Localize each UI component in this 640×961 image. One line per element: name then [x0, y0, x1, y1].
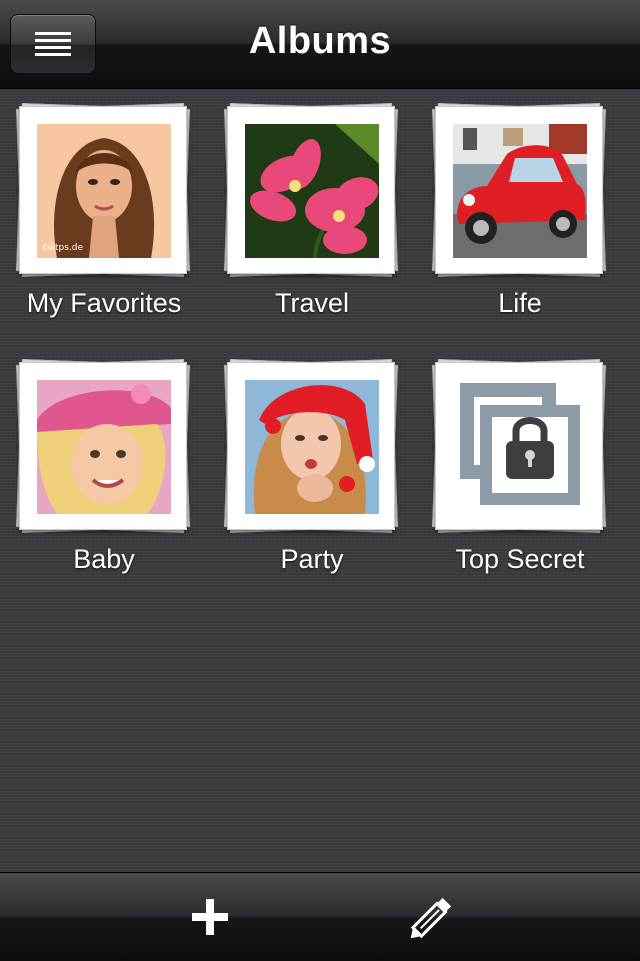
album-photo: Glitps.de	[37, 124, 171, 258]
lock-icon	[448, 375, 590, 517]
bottom-toolbar	[0, 872, 640, 961]
navigation-bar: Albums	[0, 0, 640, 89]
album-label: Party	[280, 544, 344, 574]
album-label: Baby	[73, 544, 135, 574]
album-life[interactable]: Life	[416, 88, 624, 328]
pencil-icon	[410, 897, 452, 939]
album-cover	[224, 103, 398, 277]
album-label: Travel	[274, 288, 349, 318]
album-photo	[245, 380, 379, 514]
album-cover	[16, 359, 190, 533]
page-title: Albums	[248, 20, 392, 62]
album-label: My Favorites	[26, 288, 182, 318]
album-photo	[245, 124, 379, 258]
album-cover	[432, 359, 606, 533]
watermark-text: Glitps.de	[43, 243, 83, 253]
album-party[interactable]: Party	[208, 344, 416, 584]
album-cover: Glitps.de	[16, 103, 190, 277]
edit-albums-button[interactable]	[402, 887, 462, 947]
album-label: Top Secret	[455, 544, 585, 574]
album-photo	[453, 124, 587, 258]
album-cover	[432, 103, 606, 277]
album-photo	[37, 380, 171, 514]
add-album-button[interactable]	[180, 887, 240, 947]
plus-icon	[192, 899, 228, 935]
album-travel[interactable]: Travel	[208, 88, 416, 328]
album-my-favorites[interactable]: Glitps.de My Favorites	[0, 88, 208, 328]
album-top-secret[interactable]: Top Secret	[416, 344, 624, 584]
album-cover	[224, 359, 398, 533]
album-label: Life	[498, 288, 542, 318]
album-baby[interactable]: Baby	[0, 344, 208, 584]
